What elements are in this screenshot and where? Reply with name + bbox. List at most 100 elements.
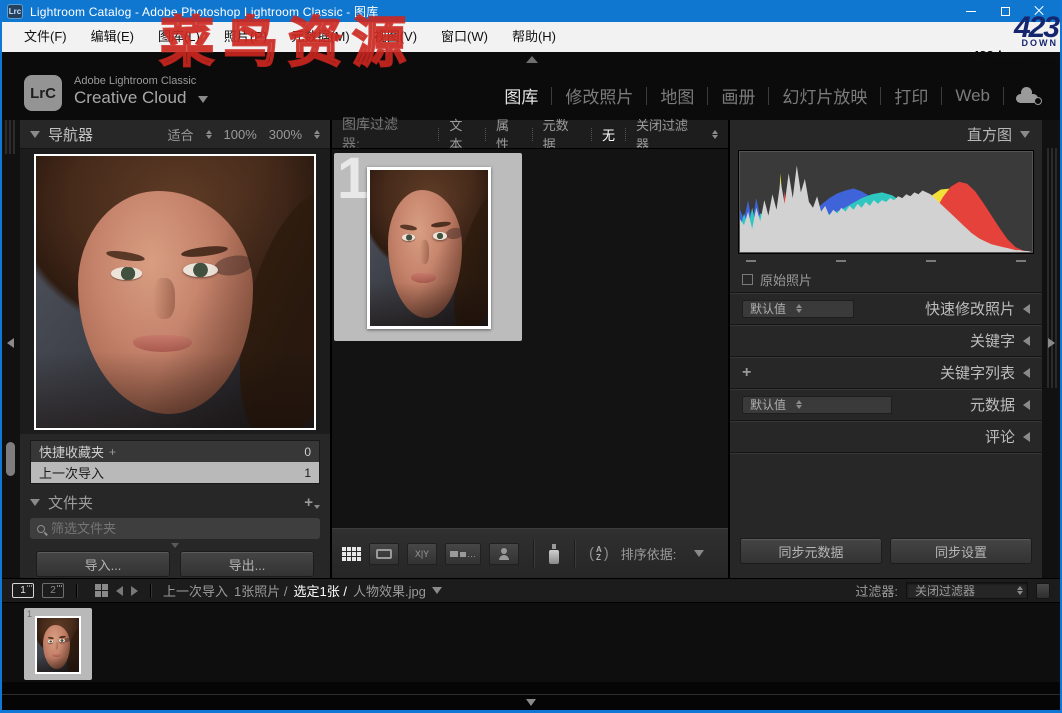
tick-blacks[interactable] xyxy=(746,260,756,262)
sync-metadata-button[interactable]: 同步元数据 xyxy=(740,538,882,564)
zoom-100[interactable]: 100% xyxy=(224,127,257,142)
compare-view-icon[interactable]: X|Y xyxy=(407,543,437,565)
folder-search-input[interactable] xyxy=(51,521,313,536)
module-slideshow[interactable]: 幻灯片放映 xyxy=(769,83,880,108)
module-picker: 图库 修改照片 地图 画册 幻灯片放映 打印 Web xyxy=(491,83,1042,108)
metadata-section[interactable]: 默认值 元数据 xyxy=(730,388,1042,420)
original-photo-checkbox[interactable] xyxy=(742,274,753,285)
keywording-expand-icon[interactable] xyxy=(1023,336,1030,346)
histogram-chart[interactable] xyxy=(738,150,1034,254)
right-panel-collapse-icon[interactable] xyxy=(1048,338,1055,348)
comments-section[interactable]: 评论 xyxy=(730,420,1042,452)
app-name-small: Adobe Lightroom Classic xyxy=(74,75,196,87)
quick-develop-expand-icon[interactable] xyxy=(1023,304,1030,314)
bottom-panel-collapse-icon[interactable] xyxy=(526,699,536,706)
survey-view-icon[interactable]: … xyxy=(445,543,481,565)
folder-search-field[interactable] xyxy=(30,518,320,539)
grid-shortcut-icon[interactable] xyxy=(95,584,108,597)
navigator-collapse-icon[interactable] xyxy=(30,131,40,138)
tick-shadows[interactable] xyxy=(836,260,846,262)
filmstrip-cell-selected[interactable]: 1 xyxy=(24,608,92,680)
top-panel-collapse-icon[interactable] xyxy=(526,56,538,63)
loupe-view-icon[interactable] xyxy=(369,543,399,565)
tick-whites[interactable] xyxy=(1016,260,1026,262)
zoom-fit-spinner-icon[interactable] xyxy=(206,130,212,139)
menu-library[interactable]: 图库(L) xyxy=(146,22,212,52)
left-panel-collapse-icon[interactable] xyxy=(7,338,14,348)
grid-view-icon[interactable] xyxy=(342,547,361,561)
comments-expand-icon[interactable] xyxy=(1023,432,1030,442)
left-scrollbar-thumb[interactable] xyxy=(6,442,15,476)
histogram-collapse-icon[interactable] xyxy=(1020,131,1030,138)
library-toolbar: X|Y … ( AZ ) 排序依据: xyxy=(332,528,728,578)
previous-photo-icon[interactable] xyxy=(116,586,123,596)
zoom-level-spinner-icon[interactable] xyxy=(314,130,320,139)
navigator-preview[interactable] xyxy=(20,148,330,434)
sort-by-label[interactable]: 排序依据: xyxy=(621,544,677,563)
metadata-expand-icon[interactable] xyxy=(1023,400,1030,410)
people-view-icon[interactable] xyxy=(489,543,519,565)
folders-header[interactable]: 文件夹 + xyxy=(20,488,330,516)
add-keyword-button[interactable]: + xyxy=(742,364,751,382)
grid-cell-thumbnail[interactable] xyxy=(367,167,491,329)
breadcrumb-dropdown-icon[interactable] xyxy=(432,587,442,594)
filmstrip-breadcrumb[interactable]: 上一次导入 1张照片 / 选定1张 / 人物效果.jpg xyxy=(163,581,442,600)
filmstrip[interactable]: 1 xyxy=(2,602,1060,682)
module-map[interactable]: 地图 xyxy=(647,83,707,108)
keyword-list-section[interactable]: + 关键字列表 xyxy=(730,356,1042,388)
app-header: LrC Adobe Lightroom Classic Creative Clo… xyxy=(2,52,1060,120)
breadcrumb-filename: 人物效果.jpg xyxy=(353,581,426,600)
filmstrip-filter-spinner-icon xyxy=(1017,586,1023,595)
sync-settings-button[interactable]: 同步设置 xyxy=(890,538,1032,564)
grid-portrait-image xyxy=(370,170,488,326)
keyword-list-expand-icon[interactable] xyxy=(1023,368,1030,378)
filter-closed-spinner-icon[interactable] xyxy=(712,130,718,139)
filmstrip-filter-toggle[interactable] xyxy=(1036,583,1050,599)
search-icon xyxy=(37,525,45,533)
histogram-header[interactable]: 直方图 xyxy=(730,120,1042,148)
metadata-preset-dropdown[interactable]: 默认值 xyxy=(742,396,892,414)
tick-highlights[interactable] xyxy=(926,260,936,262)
grid-cell-selected[interactable]: 1 xyxy=(334,153,522,341)
import-button[interactable]: 导入... xyxy=(36,551,170,577)
quick-collection-row[interactable]: 快捷收藏夹 + 0 xyxy=(31,441,319,462)
menu-edit[interactable]: 编辑(E) xyxy=(79,22,146,52)
second-window-button[interactable]: 2 xyxy=(42,583,64,598)
window-title: Lightroom Catalog - Adobe Photoshop Ligh… xyxy=(30,3,378,20)
menu-photo[interactable]: 照片(P) xyxy=(212,22,279,52)
module-web[interactable]: Web xyxy=(942,86,1003,106)
painter-spray-icon[interactable] xyxy=(548,544,560,564)
main-window-button[interactable]: 1 xyxy=(12,583,34,598)
menu-help[interactable]: 帮助(H) xyxy=(500,22,568,52)
module-develop[interactable]: 修改照片 xyxy=(552,83,646,108)
quick-develop-section[interactable]: 默认值 快速修改照片 xyxy=(730,292,1042,324)
zoom-fit[interactable]: 适合 xyxy=(167,125,193,144)
sort-by-dropdown-icon[interactable] xyxy=(694,550,704,557)
next-photo-icon[interactable] xyxy=(131,586,138,596)
module-book[interactable]: 画册 xyxy=(708,83,768,108)
filter-none[interactable]: 无 xyxy=(592,125,625,144)
right-panel: 直方图 xyxy=(730,120,1042,578)
zoom-300[interactable]: 300% xyxy=(269,127,302,142)
quick-collection-plus: + xyxy=(109,445,116,459)
grid-view-area[interactable]: 1 xyxy=(332,148,728,528)
module-library[interactable]: 图库 xyxy=(491,83,551,108)
menu-file[interactable]: 文件(F) xyxy=(12,22,79,52)
menu-window[interactable]: 窗口(W) xyxy=(429,22,500,52)
sort-direction-icon[interactable]: ( AZ ) xyxy=(589,545,609,562)
identity-dropdown-icon[interactable] xyxy=(198,96,208,103)
previous-import-row[interactable]: 上一次导入 1 xyxy=(31,462,319,483)
menu-metadata[interactable]: 元数据(M) xyxy=(279,22,362,52)
menu-view[interactable]: 视图(V) xyxy=(362,22,429,52)
navigator-header[interactable]: 导航器 适合 100% 300% xyxy=(20,120,330,148)
cloud-sync-icon[interactable] xyxy=(1016,87,1042,105)
quick-develop-preset-dropdown[interactable]: 默认值 xyxy=(742,300,854,318)
add-folder-button[interactable]: + xyxy=(304,494,320,511)
folders-collapse-icon[interactable] xyxy=(30,499,40,506)
module-print[interactable]: 打印 xyxy=(881,83,941,108)
keywording-section[interactable]: 关键字 xyxy=(730,324,1042,356)
site-logo: 423 DOWN 423down.com xyxy=(972,13,1058,62)
filmstrip-filter-dropdown[interactable]: 关闭过滤器 xyxy=(906,582,1028,599)
export-button[interactable]: 导出... xyxy=(180,551,314,577)
filmstrip-thumbnail[interactable] xyxy=(35,616,81,674)
